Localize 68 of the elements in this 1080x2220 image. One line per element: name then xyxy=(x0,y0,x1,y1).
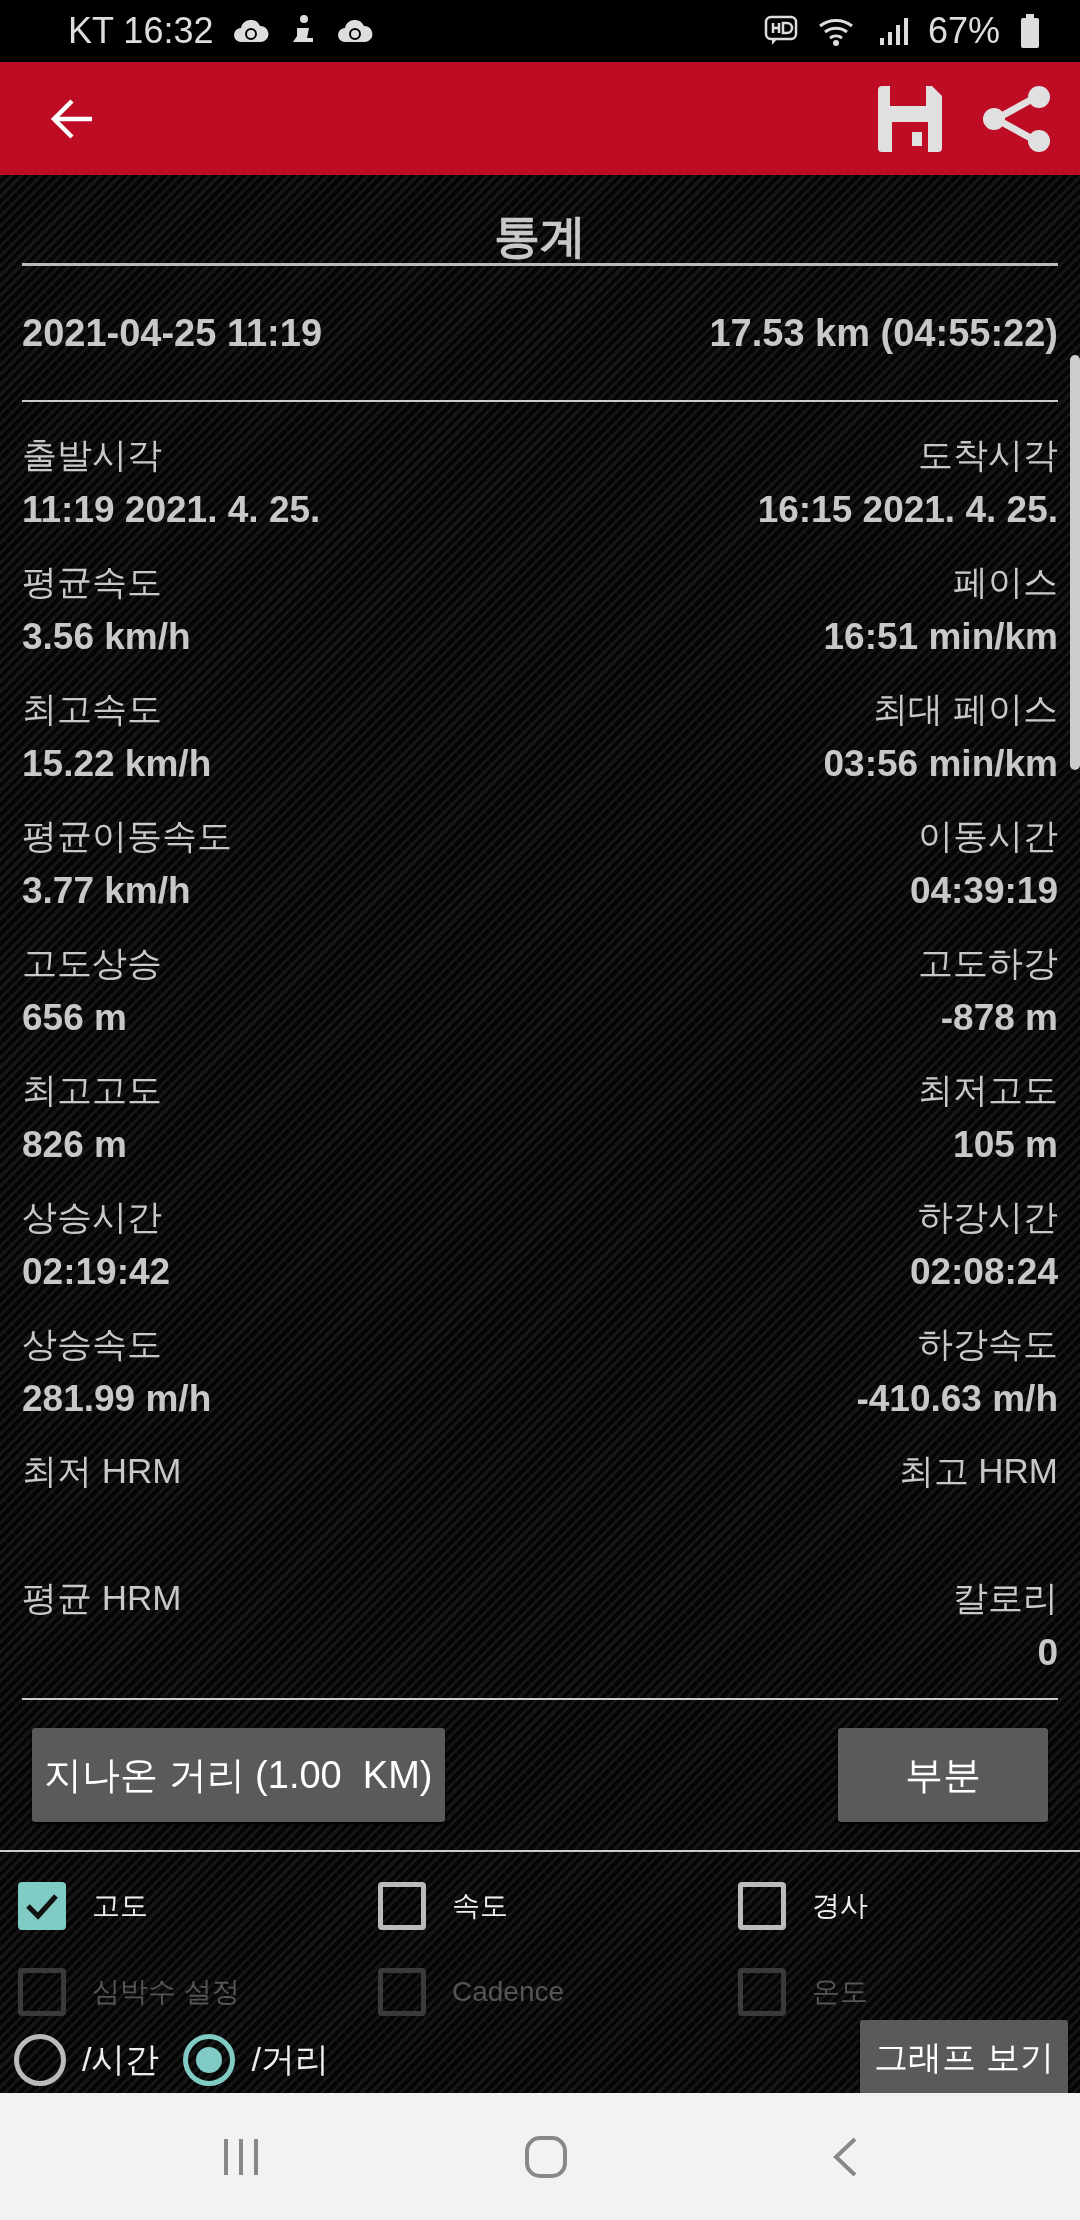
battery-icon xyxy=(1020,14,1040,48)
hd-icon xyxy=(763,15,798,47)
stat-value: 826 m xyxy=(22,1123,128,1167)
battery-percent: 67% xyxy=(927,10,1000,52)
stat-label: 고도하강 xyxy=(918,942,1058,984)
radio-button[interactable] xyxy=(183,2034,236,2086)
carrier-time: KT 16:32 xyxy=(68,10,214,52)
home-icon[interactable] xyxy=(524,2134,568,2179)
stat-label: 최고 HRM xyxy=(898,1450,1058,1492)
stat-value: 3.77 km/h xyxy=(22,869,192,913)
cloud-sync-icon xyxy=(337,18,374,44)
stat-label: 칼로리 xyxy=(953,1577,1058,1619)
stat-value: 16:51 min/km xyxy=(823,615,1058,659)
checkbox-label: Cadence xyxy=(452,1976,565,2008)
check-icon xyxy=(25,1892,59,1920)
stat-label: 최고고도 xyxy=(22,1069,162,1111)
stat-label: 상승속도 xyxy=(22,1323,163,1365)
stat-value: -878 m xyxy=(940,996,1058,1040)
stat-label: 평균속도 xyxy=(22,561,163,603)
stat-value: 3.56 km/h xyxy=(22,615,191,659)
stat-label: 최고속도 xyxy=(22,688,163,730)
share-icon[interactable] xyxy=(982,85,1052,152)
stat-value: 281.99 m/h xyxy=(22,1377,212,1421)
radio-label: /시간 xyxy=(82,2039,160,2080)
stat-label: 도착시각 xyxy=(918,434,1058,476)
track-distance: 17.53 km (04:55:22) xyxy=(709,311,1058,355)
stat-label: 최저고도 xyxy=(918,1069,1058,1111)
checkbox-label: 속도 xyxy=(452,1889,508,1923)
stat-label: 하강시간 xyxy=(918,1196,1058,1238)
track-date: 2021-04-25 11:19 xyxy=(22,311,323,355)
stat-value: 11:19 2021. 4. 25. xyxy=(22,488,321,532)
stat-value: 15.22 km/h xyxy=(22,742,212,786)
stat-label: 최대 페이스 xyxy=(873,688,1058,730)
checkbox-label: 경사 xyxy=(812,1889,868,1923)
stat-label: 고도상승 xyxy=(22,942,162,984)
checkbox-label: 심박수 설정 xyxy=(92,1975,240,2009)
stat-value: 16:15 2021. 4. 25. xyxy=(757,488,1058,532)
checkbox[interactable] xyxy=(378,1882,426,1930)
stat-value: -410.63 m/h xyxy=(856,1377,1058,1421)
stat-value: 0 xyxy=(1037,1631,1058,1675)
radio-label: /거리 xyxy=(251,2039,329,2080)
stat-label: 상승시간 xyxy=(22,1196,163,1238)
stat-label: 평균이동속도 xyxy=(22,815,232,857)
stat-value: 04:39:19 xyxy=(909,869,1058,913)
save-icon[interactable] xyxy=(878,85,942,152)
stat-value: 656 m xyxy=(22,996,128,1040)
checkbox[interactable] xyxy=(18,1882,66,1930)
signal-icon xyxy=(877,16,908,46)
screen-title: 통계 xyxy=(494,209,586,263)
stat-label: 출발시각 xyxy=(22,434,163,476)
stat-label: 페이스 xyxy=(953,561,1058,603)
stat-value: 105 m xyxy=(953,1123,1058,1167)
stat-label: 최저 HRM xyxy=(22,1450,182,1492)
stat-value: 03:56 min/km xyxy=(823,742,1058,786)
checkbox[interactable] xyxy=(738,1882,786,1930)
stat-value: 02:19:42 xyxy=(22,1250,171,1294)
checkbox-label: 고도 xyxy=(92,1889,148,1923)
stat-value: 02:08:24 xyxy=(909,1250,1058,1294)
distance-button[interactable]: 지나온 거리 (1.00 KM) xyxy=(32,1728,445,1822)
radio-button[interactable] xyxy=(14,2034,66,2086)
stat-label: 평균 HRM xyxy=(22,1577,182,1619)
back-icon[interactable] xyxy=(50,98,94,139)
stat-label: 하강속도 xyxy=(918,1323,1058,1365)
segment-button[interactable]: 부분 xyxy=(838,1728,1048,1822)
graph-button[interactable]: 그래프 보기 xyxy=(860,2020,1068,2093)
stat-label: 이동시간 xyxy=(918,815,1058,857)
cloud-sync-icon xyxy=(233,18,270,44)
checkbox-label: 온도 xyxy=(812,1975,868,2009)
